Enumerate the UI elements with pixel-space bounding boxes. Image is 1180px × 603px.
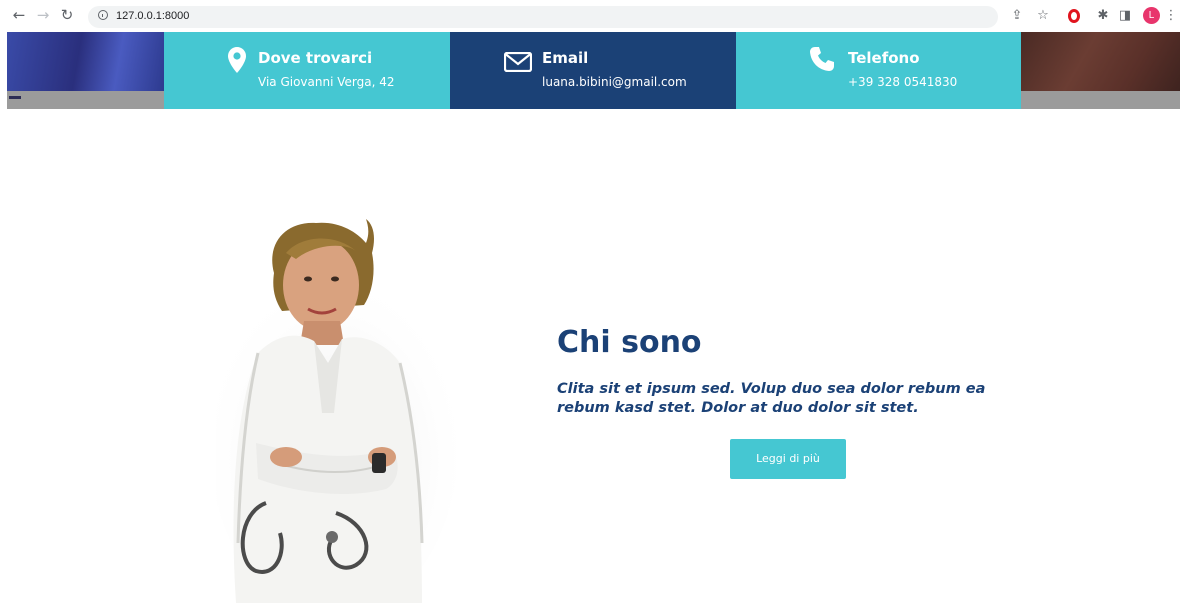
header-strip-mark — [9, 96, 21, 99]
envelope-icon — [504, 52, 532, 72]
phone-title: Telefono — [848, 49, 920, 67]
email-value[interactable]: luana.bibini@gmail.com — [542, 74, 687, 91]
header-strip-right — [1021, 91, 1180, 109]
header-strip-left — [7, 91, 164, 109]
reload-icon[interactable]: ↻ — [58, 6, 76, 24]
profile-avatar[interactable]: L — [1143, 7, 1160, 24]
opera-extension-icon[interactable] — [1068, 9, 1080, 23]
forward-arrow-icon[interactable]: → — [34, 6, 52, 24]
extensions-puzzle-icon[interactable]: ✱ — [1094, 7, 1112, 25]
phone-value[interactable]: +39 328 0541830 — [848, 74, 957, 91]
portrait-photo — [216, 219, 456, 603]
address-bar[interactable] — [88, 6, 998, 28]
contact-bar: Dove trovarci Via Giovanni Verga, 42 Ema… — [7, 32, 1180, 109]
read-more-button[interactable]: Leggi di più — [730, 439, 846, 479]
browser-toolbar: ← → ↻ 127.0.0.1:8000 ⇪ ☆ ✱ ◨ L ⋮ — [0, 0, 1180, 32]
header-background-image-right — [1021, 32, 1180, 91]
bookmark-star-icon[interactable]: ☆ — [1034, 7, 1052, 25]
phone-icon — [810, 47, 834, 71]
map-pin-icon — [228, 47, 246, 73]
about-description: Clita sit et ipsum sed. Volup duo sea do… — [557, 381, 986, 416]
contact-address-panel: Dove trovarci Via Giovanni Verga, 42 — [164, 32, 450, 109]
contact-phone-panel: Telefono +39 328 0541830 — [736, 32, 1021, 109]
address-title: Dove trovarci — [258, 49, 373, 67]
header-background-image-left — [7, 32, 164, 91]
address-value: Via Giovanni Verga, 42 — [258, 75, 395, 89]
side-panel-icon[interactable]: ◨ — [1116, 7, 1134, 25]
back-arrow-icon[interactable]: ← — [10, 6, 28, 24]
menu-kebab-icon[interactable]: ⋮ — [1162, 7, 1180, 25]
share-icon[interactable]: ⇪ — [1008, 7, 1026, 25]
contact-email-panel: Email luana.bibini@gmail.com — [450, 32, 736, 109]
about-heading: Chi sono — [557, 325, 702, 360]
url-text[interactable]: 127.0.0.1:8000 — [116, 8, 189, 24]
site-info-icon[interactable] — [98, 10, 108, 20]
email-title: Email — [542, 49, 589, 67]
